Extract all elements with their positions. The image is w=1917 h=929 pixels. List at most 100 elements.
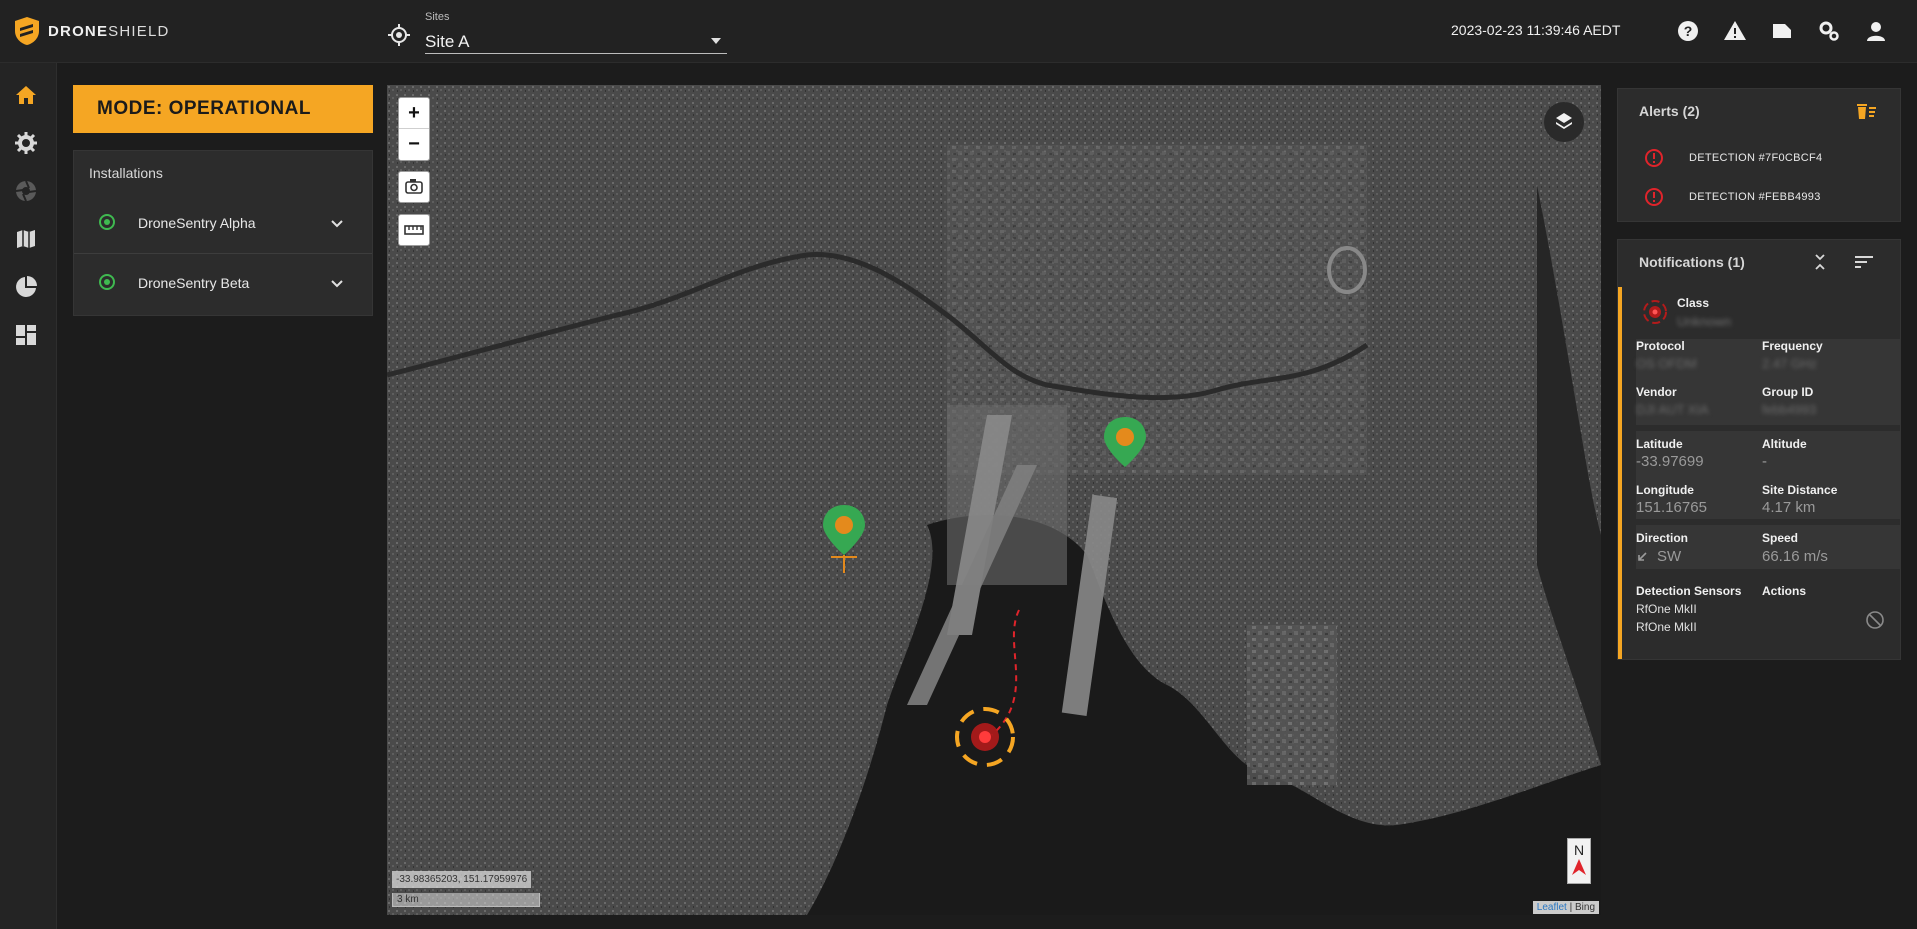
protocol-value: OS OFDM [1636,356,1697,371]
mode-banner: MODE: OPERATIONAL [73,85,373,133]
chevron-down-icon[interactable] [330,277,344,291]
account-icon[interactable] [1864,19,1888,43]
speed-label: Speed [1762,531,1799,545]
notifications-panel: Notifications (1) Class Unknown Protocol… [1617,239,1901,660]
layers-button[interactable] [1544,102,1584,142]
vendor-label: Vendor [1636,385,1677,399]
longitude-label: Longitude [1636,483,1694,497]
north-label: N [1573,842,1585,858]
alert-item[interactable]: DETECTION #FEBB4993 [1618,182,1900,212]
location-info-group: Latitude -33.97699 Altitude - Longitude … [1636,431,1900,519]
map-attribution: Leaflet | Bing [1532,901,1599,914]
top-icon-bar: ? [1676,19,1888,43]
sort-icon[interactable] [1854,254,1874,270]
sites-label: Sites [425,11,450,23]
longitude-value: 151.16765 [1636,499,1707,516]
cursor-coordinates: -33.98365203, 151.17959976 [392,871,532,888]
camera-icon [405,179,423,194]
measure-button[interactable] [398,214,430,246]
collapse-all-icon[interactable] [1811,252,1829,272]
layers-icon [1556,113,1572,129]
map-icon[interactable] [14,227,38,251]
alert-text: DETECTION #7F0CBCF4 [1689,152,1823,164]
screenshot-button[interactable] [398,171,430,203]
chevron-down-icon [711,38,721,44]
motion-info-group: Direction SW Speed 66.16 m/s [1636,525,1900,569]
class-value: Unknown [1677,314,1732,329]
notifications-title: Notifications (1) [1639,254,1745,270]
zoom-out-button[interactable]: − [399,129,429,159]
installation-item-beta[interactable]: DroneSentry Beta [74,257,372,313]
zoom-control: + − [398,97,430,161]
droneshield-logo[interactable]: DRONESHIELD [14,16,170,46]
brand-bold-text: DRONE [48,22,109,40]
installation-name: DroneSentry Beta [138,275,250,291]
map-imagery [387,85,1601,915]
installations-title: Installations [89,165,163,181]
detection-sensor-item: RfOne MkII [1636,602,1697,616]
crosshair-icon[interactable] [388,24,410,46]
clear-alerts-icon[interactable] [1855,101,1877,121]
installations-panel: Installations DroneSentry Alpha DroneSen… [73,150,373,316]
zoom-in-button[interactable]: + [399,98,429,128]
installation-name: DroneSentry Alpha [138,215,256,231]
block-action-icon[interactable] [1865,610,1885,630]
alert-item[interactable]: DETECTION #7F0CBCF4 [1618,143,1900,173]
sites-selected-value: Site A [425,32,470,51]
group-id-value: febb4993 [1762,402,1817,417]
settings-icon[interactable] [14,131,38,155]
home-icon[interactable] [14,83,38,107]
satellite-map[interactable]: + − -33.98365203, 151.17959976 3 km N Le… [387,85,1601,915]
actions-label: Actions [1762,584,1807,598]
installation-item-alpha[interactable]: DroneSentry Alpha [74,197,372,254]
status-online-icon [99,274,115,290]
altitude-label: Altitude [1762,437,1807,451]
dashboard-icon[interactable] [14,323,38,347]
sites-select[interactable]: Site A [425,29,727,54]
left-nav [0,63,57,929]
protocol-label: Protocol [1636,339,1685,353]
pie-chart-icon[interactable] [14,275,38,299]
shield-logo-icon [15,17,39,45]
north-indicator: N [1567,838,1591,884]
vendor-value: DJI AUT XIA [1636,402,1709,417]
alert-text: DETECTION #FEBB4993 [1689,191,1821,203]
alerts-panel: Alerts (2) DETECTION #7F0CBCF4 DETECTION… [1617,88,1901,222]
datetime-display: 2023-02-23 11:39:46 AEDT [1451,22,1621,38]
error-icon [1645,149,1663,167]
warning-icon[interactable] [1723,19,1747,43]
status-online-icon [99,214,115,230]
chevron-down-icon[interactable] [330,217,344,231]
speed-value: 66.16 m/s [1762,548,1828,565]
error-icon [1645,188,1663,206]
svg-text:?: ? [1684,23,1693,39]
class-label: Class [1677,296,1710,310]
direction-label: Direction [1636,531,1689,545]
leaflet-link[interactable]: Leaflet [1537,902,1567,913]
brand-light-text: SHIELD [108,22,170,40]
detection-sensor-item: RfOne MkII [1636,620,1697,634]
site-distance-value: 4.17 km [1762,499,1816,516]
frequency-label: Frequency [1762,339,1823,353]
settings-cog-icon[interactable] [1817,19,1841,43]
frequency-value: 2.47 GHz [1762,356,1817,371]
bing-attribution: Bing [1574,902,1595,913]
group-id-label: Group ID [1762,385,1814,399]
arrow-southwest-icon [1638,552,1647,561]
altitude-value: - [1762,453,1767,470]
aperture-icon[interactable] [14,179,38,203]
signal-info-group: Protocol OS OFDM Frequency 2.47 GHz Vend… [1636,339,1900,425]
map-scale: 3 km [392,893,540,907]
latitude-label: Latitude [1636,437,1683,451]
ruler-icon [404,225,424,235]
folder-icon[interactable] [1770,19,1794,43]
north-arrow-icon [1572,859,1586,875]
notification-card[interactable]: Class Unknown Protocol OS OFDM Frequency… [1618,287,1900,659]
top-bar: DRONESHIELD Sites Site A 2023-02-23 11:3… [0,0,1917,63]
direction-value: SW [1657,548,1682,565]
latitude-value: -33.97699 [1636,453,1704,470]
drone-class-icon [1643,300,1667,324]
detection-sensors-label: Detection Sensors [1636,584,1742,598]
help-icon[interactable]: ? [1676,19,1700,43]
site-distance-label: Site Distance [1762,483,1838,497]
